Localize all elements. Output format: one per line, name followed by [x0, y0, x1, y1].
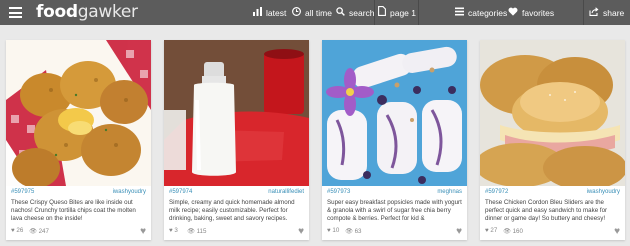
recipe-stats: ♥ 10 👁 63 ♥	[327, 226, 462, 237]
nav-divider	[583, 0, 584, 25]
views-count: 👁 160	[503, 228, 523, 235]
favorites-count: ♥ 10	[327, 227, 340, 234]
heart-icon	[508, 7, 518, 19]
recipe-card[interactable]: #597975 iwashyoudry These Crispy Queso B…	[6, 40, 151, 240]
recipe-description[interactable]: These Chicken Cordon Bleu Sliders are th…	[485, 199, 620, 224]
recipe-source-link[interactable]: iwashyoudry	[113, 189, 146, 195]
nav-latest[interactable]: latest	[253, 0, 286, 25]
clock-icon	[292, 6, 301, 19]
recipe-description[interactable]: These Crispy Queso Bites are like inside…	[11, 199, 146, 224]
favorites-count: ♥ 26	[11, 227, 24, 234]
favorite-heart-icon[interactable]: ♥	[140, 226, 146, 237]
nav-favorites[interactable]: favorites	[508, 0, 554, 25]
bars-icon	[253, 6, 262, 19]
favorite-heart-icon[interactable]: ♥	[456, 226, 462, 237]
nav-page[interactable]: page 1	[378, 0, 416, 25]
recipe-description[interactable]: Super easy breakfast popsicles made with…	[327, 199, 462, 224]
recipe-id-link[interactable]: #597974	[169, 189, 192, 195]
nav-search[interactable]: search	[336, 0, 375, 25]
nav-divider	[418, 0, 419, 25]
nav-favorites-label: favorites	[522, 7, 555, 18]
recipe-meta: #597975 iwashyoudry	[11, 189, 146, 198]
page-icon	[378, 6, 386, 19]
recipe-meta: #597972 iwashyoudry	[485, 189, 620, 198]
nav-share[interactable]: share	[589, 0, 624, 25]
recipe-card[interactable]: #597973 meghnas Super easy breakfast pop…	[322, 40, 467, 240]
top-bar: foodgawker latest all time search page 1…	[0, 0, 630, 25]
views-count: 👁 115	[187, 228, 207, 235]
recipe-card[interactable]: #597972 iwashyoudry These Chicken Cordon…	[480, 40, 625, 240]
recipe-photo[interactable]	[6, 40, 151, 186]
nav-divider	[374, 0, 375, 25]
favorites-count: ♥ 3	[169, 227, 178, 234]
views-count: 👁 63	[345, 228, 362, 235]
search-icon	[336, 6, 345, 19]
recipe-photo[interactable]	[164, 40, 309, 186]
recipe-photo[interactable]	[322, 40, 467, 186]
recipe-stats: ♥ 3 👁 115 ♥	[169, 226, 304, 237]
recipe-source-link[interactable]: meghnas	[437, 189, 462, 195]
recipe-id-link[interactable]: #597975	[11, 189, 34, 195]
nav-latest-label: latest	[266, 7, 287, 18]
nav-share-label: share	[603, 7, 625, 18]
favorite-heart-icon[interactable]: ♥	[298, 226, 304, 237]
recipe-id-link[interactable]: #597972	[485, 189, 508, 195]
site-logo[interactable]: foodgawker	[36, 2, 138, 22]
recipe-meta: #597973 meghnas	[327, 189, 462, 198]
list-icon	[455, 7, 464, 19]
nav-categories-label: categories	[468, 7, 508, 18]
recipe-id-link[interactable]: #597973	[327, 189, 350, 195]
recipe-card[interactable]: #597974 naturallifediet Simple, creamy a…	[164, 40, 309, 240]
recipe-description[interactable]: Simple, creamy and quick homemade almond…	[169, 199, 304, 224]
favorite-heart-icon[interactable]: ♥	[614, 226, 620, 237]
views-count: 👁 247	[29, 228, 49, 235]
menu-icon[interactable]	[9, 7, 22, 18]
recipe-stats: ♥ 27 👁 160 ♥	[485, 226, 620, 237]
nav-categories[interactable]: categories	[455, 0, 507, 25]
share-icon	[589, 6, 599, 19]
recipe-source-link[interactable]: naturallifediet	[268, 189, 304, 195]
favorites-count: ♥ 27	[485, 227, 498, 234]
recipe-photo[interactable]	[480, 40, 625, 186]
nav-all-time-label: all time	[305, 7, 332, 18]
nav-all-time[interactable]: all time	[292, 0, 332, 25]
nav-page-label: page 1	[390, 7, 416, 18]
recipe-meta: #597974 naturallifediet	[169, 189, 304, 198]
recipe-source-link[interactable]: iwashyoudry	[587, 189, 620, 195]
recipe-stats: ♥ 26 👁 247 ♥	[11, 226, 146, 237]
nav-search-label: search	[349, 7, 375, 18]
